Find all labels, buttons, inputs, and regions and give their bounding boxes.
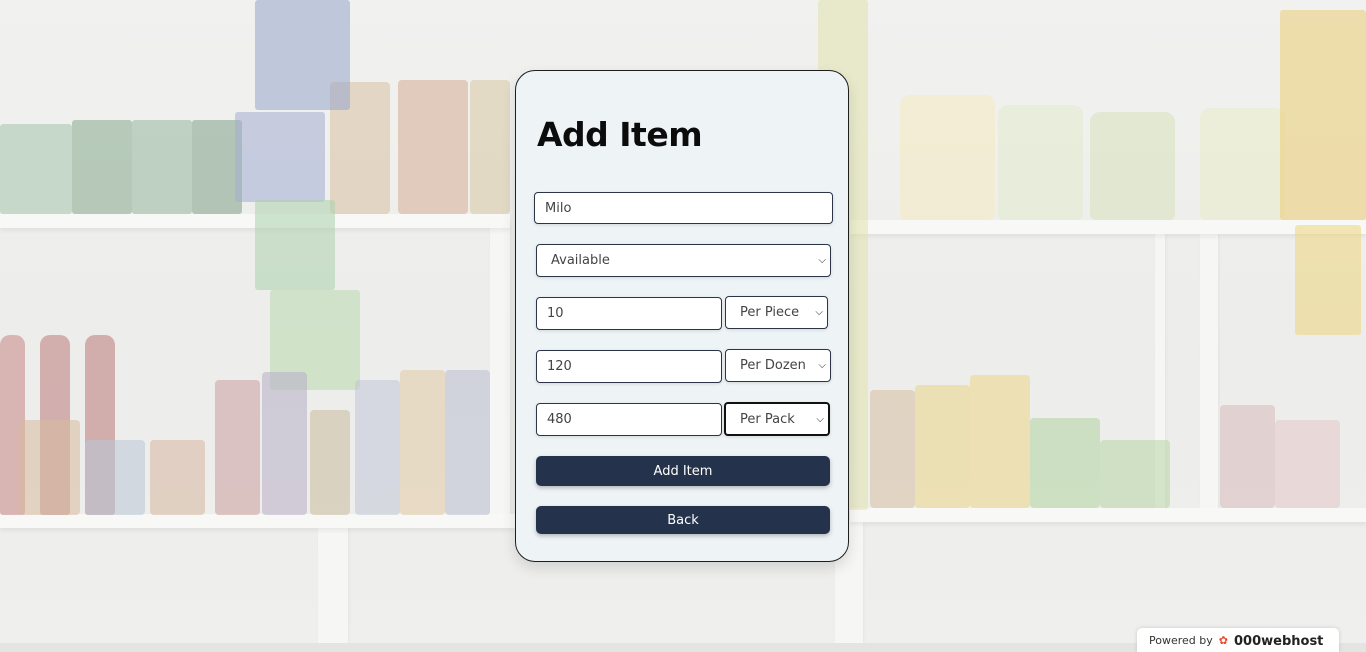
unit-piece-value: Per Piece [740, 305, 800, 320]
price-per-piece-input[interactable]: 10 [536, 297, 722, 330]
unit-select-dozen[interactable]: Per Dozen ⌵ [725, 349, 831, 382]
chevron-down-icon: ⌵ [815, 307, 823, 318]
brand-name: 000webhost [1233, 634, 1324, 649]
unit-select-piece[interactable]: Per Piece ⌵ [725, 296, 828, 329]
chevron-down-icon: ⌵ [816, 413, 824, 425]
chevron-down-icon: ⌵ [818, 360, 826, 371]
add-item-form-card: Add Item Milo Available ⌵ 10 Per Piece ⌵… [515, 70, 849, 562]
page-title: Add Item [537, 115, 703, 154]
price-per-pack-input[interactable]: 480 [536, 403, 722, 436]
unit-pack-value: Per Pack [740, 411, 795, 427]
unit-select-pack[interactable]: Per Pack ⌵ [724, 402, 830, 436]
back-button[interactable]: Back [536, 506, 830, 534]
price-per-pack-value: 480 [547, 412, 572, 427]
chevron-down-icon: ⌵ [818, 255, 826, 266]
price-per-piece-value: 10 [547, 306, 564, 321]
price-per-dozen-value: 120 [547, 359, 572, 374]
availability-select[interactable]: Available ⌵ [536, 244, 831, 277]
unit-dozen-value: Per Dozen [740, 358, 806, 373]
powered-by-badge[interactable]: Powered by ✿ 000webhost [1137, 628, 1339, 652]
availability-value: Available [551, 253, 610, 268]
add-item-button[interactable]: Add Item [536, 456, 830, 486]
000webhost-logo-icon: ✿ [1218, 634, 1228, 647]
powered-by-label: Powered by [1149, 634, 1213, 647]
item-name-input[interactable]: Milo [534, 192, 833, 224]
price-per-dozen-input[interactable]: 120 [536, 350, 722, 383]
item-name-value: Milo [545, 200, 572, 216]
